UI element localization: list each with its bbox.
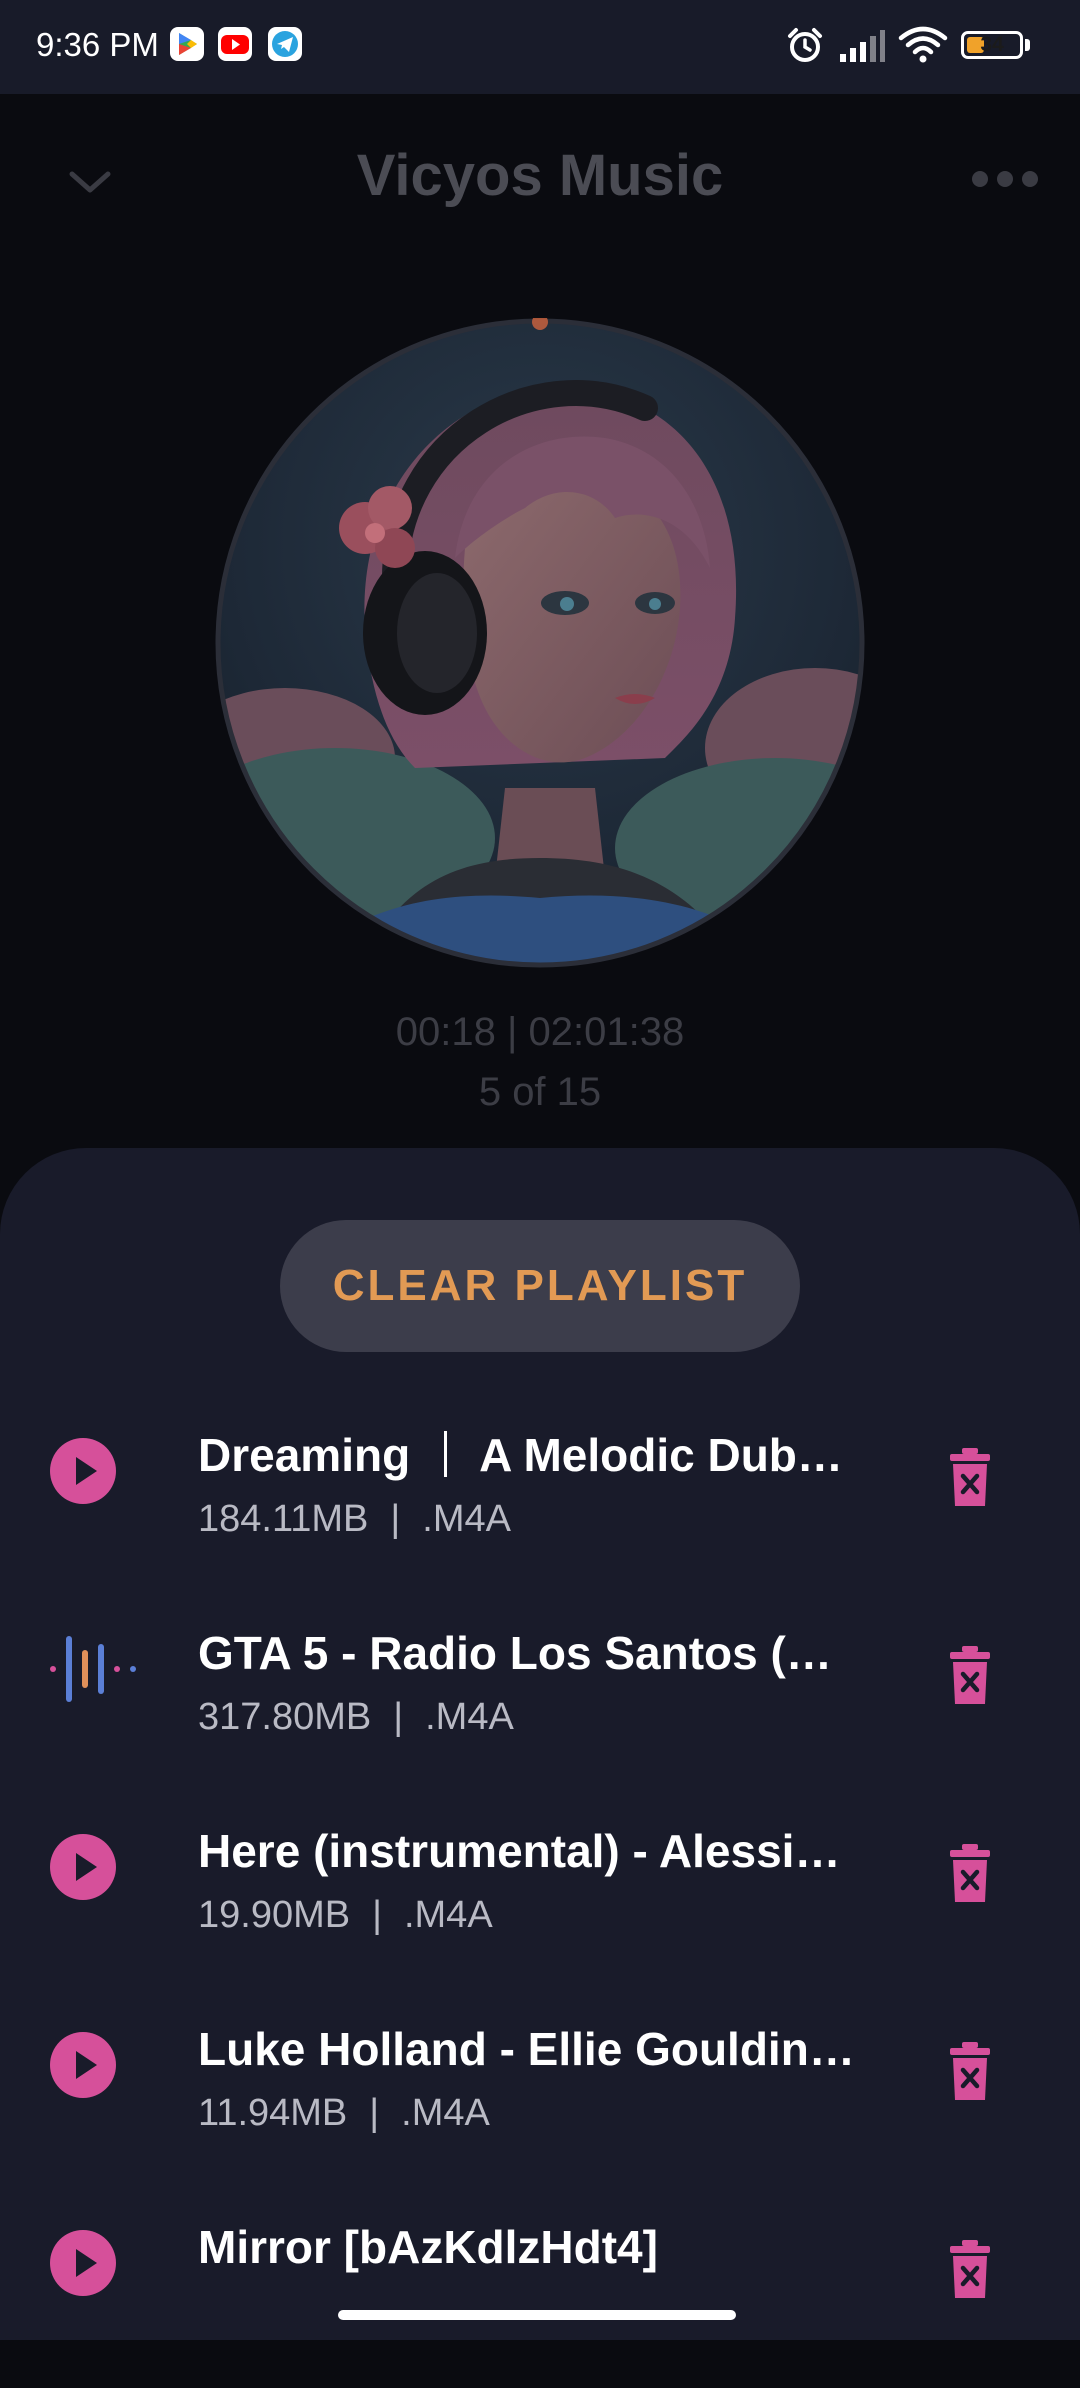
track-format: .M4A bbox=[403, 1894, 493, 1936]
app-title: Vicyos Music bbox=[356, 143, 724, 208]
play-icon[interactable] bbox=[50, 1834, 116, 1900]
play-icon[interactable] bbox=[50, 2032, 116, 2098]
trash-icon[interactable] bbox=[948, 1448, 992, 1508]
album-art bbox=[215, 318, 865, 968]
home-indicator[interactable] bbox=[338, 2310, 736, 2320]
play-store-icon bbox=[170, 27, 204, 61]
time-position: 00:18 | 02:01:38 bbox=[395, 1010, 685, 1054]
playlist-item[interactable]: Luke Holland - Ellie Goulding ... 11.94M… bbox=[0, 1992, 1080, 2190]
telegram-icon bbox=[268, 27, 302, 61]
playlist-item[interactable]: Dreaming A Melodic Dubst... 184.11MB | .M4A bbox=[0, 1398, 1080, 1596]
signal-icon bbox=[840, 30, 885, 62]
trash-icon[interactable] bbox=[948, 1844, 992, 1904]
play-icon[interactable] bbox=[50, 2230, 116, 2296]
playlist-item[interactable]: GTA 5 - Radio Los Santos (All... 317.80M… bbox=[0, 1596, 1080, 1794]
track-meta: 19.90MB | .M4A bbox=[198, 1894, 493, 1937]
playlist-item[interactable]: Mirror [bAzKdlzHdt4] bbox=[0, 2190, 1080, 2388]
track-title: Here (instrumental) - Alessia ... bbox=[198, 1825, 858, 1877]
playlist-sheet: CLEAR PLAYLIST Dreaming A Melodic Dubst..… bbox=[0, 1148, 1080, 2340]
track-title: Luke Holland - Ellie Goulding ... bbox=[198, 2023, 858, 2075]
wifi-icon bbox=[898, 26, 948, 63]
status-bar: 9:36 PM 34 bbox=[0, 0, 1080, 94]
track-size: 184.11MB bbox=[198, 1498, 369, 1540]
status-time: 9:36 PM bbox=[36, 26, 159, 63]
track-title: GTA 5 - Radio Los Santos (All... bbox=[198, 1627, 858, 1679]
more-horizontal-icon[interactable] bbox=[970, 164, 1040, 194]
title-separator bbox=[444, 1431, 448, 1477]
track-title: Dreaming A Melodic Dubst... bbox=[198, 1428, 858, 1482]
track-count: 5 of 15 bbox=[478, 1070, 602, 1114]
track-size: 19.90MB bbox=[198, 1894, 351, 1936]
track-format: .M4A bbox=[425, 1696, 514, 1738]
meta-separator: | bbox=[393, 1696, 404, 1738]
track-format: .M4A bbox=[401, 2092, 490, 2134]
meta-separator: | bbox=[369, 2092, 380, 2134]
trash-icon[interactable] bbox=[948, 2042, 992, 2102]
play-icon[interactable] bbox=[50, 1438, 116, 1504]
battery-icon: 34 bbox=[961, 31, 1023, 59]
track-title-part1: Dreaming bbox=[198, 1429, 411, 1481]
battery-text: 34 bbox=[980, 33, 1004, 56]
equalizer-icon bbox=[50, 1636, 136, 1702]
trash-icon[interactable] bbox=[948, 1646, 992, 1706]
track-format: .M4A bbox=[422, 1498, 511, 1540]
track-size: 317.80MB bbox=[198, 1696, 372, 1738]
track-title-part2: A Melodic Dubst... bbox=[479, 1429, 858, 1481]
battery-tip bbox=[1025, 39, 1030, 51]
alarm-icon bbox=[788, 28, 822, 62]
player-area: Vicyos Music 00:18 | 02:01:38 5 of 15 bbox=[0, 94, 1080, 1194]
track-meta: 11.94MB | .M4A bbox=[198, 2092, 490, 2135]
track-meta: 184.11MB | .M4A bbox=[198, 1498, 511, 1541]
track-size: 11.94MB bbox=[198, 2092, 348, 2134]
clear-playlist-button[interactable]: CLEAR PLAYLIST bbox=[280, 1220, 800, 1352]
trash-icon[interactable] bbox=[948, 2240, 992, 2300]
meta-separator: | bbox=[390, 1498, 401, 1540]
meta-separator: | bbox=[372, 1894, 382, 1936]
youtube-icon bbox=[218, 27, 252, 61]
track-title: Mirror [bAzKdlzHdt4] bbox=[198, 2221, 658, 2273]
playlist-item[interactable]: Here (instrumental) - Alessia ... 19.90M… bbox=[0, 1794, 1080, 1992]
track-meta: 317.80MB | .M4A bbox=[198, 1696, 514, 1739]
